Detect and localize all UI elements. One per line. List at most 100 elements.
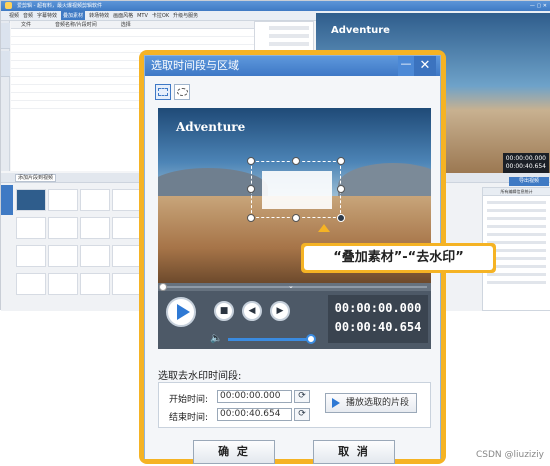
dialog-title: 选取时间段与区域 — [151, 59, 239, 72]
start-time-input[interactable]: 00:00:00.000 — [217, 390, 292, 403]
thumbnail[interactable] — [16, 189, 46, 211]
resize-handle[interactable] — [247, 214, 255, 222]
minimize-button[interactable]: — — [398, 56, 414, 76]
menu-item-subtitle[interactable]: 字幕特效 — [37, 11, 57, 20]
play-icon — [176, 304, 190, 320]
dialog-titlebar: 选取时间段与区域 — ✕ — [145, 56, 440, 76]
resize-handle[interactable] — [247, 157, 255, 165]
add-clip-tab[interactable]: 添加片段到视频 — [15, 174, 57, 182]
thumbnail[interactable] — [48, 189, 78, 211]
info-line — [269, 34, 309, 38]
reset-time-icon: ⟳ — [298, 409, 306, 419]
seek-knob[interactable] — [159, 283, 167, 291]
volume-slider[interactable] — [228, 338, 310, 341]
prop-line — [487, 225, 546, 228]
thumbnail[interactable] — [16, 273, 46, 295]
info-line — [269, 42, 309, 46]
volume-icon[interactable]: 🔈 — [210, 333, 222, 344]
col-file: 文件 — [21, 22, 32, 28]
seek-bar[interactable]: ⌄ — [158, 282, 431, 291]
menu-item-overlay[interactable]: 叠加素材 — [61, 11, 86, 20]
timeline-side-tab[interactable] — [1, 185, 13, 215]
thumbnail-grid — [16, 189, 146, 299]
thumbnail[interactable] — [48, 245, 78, 267]
end-time-input[interactable]: 00:00:40.654 — [217, 408, 292, 421]
total-time: 00:00:40.654 — [334, 320, 422, 334]
thumbnail[interactable] — [48, 217, 78, 239]
export-video-button[interactable]: 导出视频 — [509, 177, 549, 186]
time-range-label: 选取去水印时间段: — [158, 371, 242, 382]
reset-end-button[interactable]: ⟳ — [294, 408, 310, 421]
thumbnail[interactable] — [112, 273, 142, 295]
thumbnail[interactable] — [80, 217, 110, 239]
reset-start-button[interactable]: ⟳ — [294, 390, 310, 403]
menu-item-karaoke[interactable]: 卡拉OK — [152, 11, 169, 20]
thumbnail[interactable] — [112, 217, 142, 239]
thumbnail[interactable] — [80, 245, 110, 267]
menu-item-style[interactable]: 画面风格 — [113, 11, 133, 20]
sidebar-tab[interactable] — [1, 51, 10, 77]
prop-line — [487, 273, 546, 276]
next-frame-button[interactable]: ▶ — [270, 301, 290, 321]
rect-select-tool[interactable] — [155, 84, 171, 100]
next-frame-icon: ▶ — [276, 306, 284, 316]
current-time: 00:00:00.000 — [334, 301, 422, 315]
rect-select-icon — [158, 88, 168, 96]
col-name: 音频名称/片段时间 — [55, 22, 97, 28]
info-line — [269, 26, 309, 30]
end-time-label: 结束时间: — [169, 413, 209, 423]
ellipse-select-tool[interactable] — [174, 84, 190, 100]
properties-title: 所有编辑信息统计 — [483, 188, 550, 196]
resize-handle[interactable] — [337, 157, 345, 165]
menu-item-mtv[interactable]: MTV — [137, 11, 148, 20]
volume-knob[interactable] — [306, 334, 316, 344]
menu-item-audio[interactable]: 音频 — [23, 11, 33, 20]
play-selection-label: 播放选取的片段 — [346, 398, 410, 408]
play-button[interactable] — [166, 297, 196, 327]
resize-handle[interactable] — [247, 185, 255, 193]
resize-handle[interactable] — [337, 214, 345, 222]
callout-text: “叠加素材”-“去水印” — [304, 246, 493, 270]
csdn-watermark: CSDN @liuziziy — [475, 450, 544, 460]
resize-handle[interactable] — [292, 214, 300, 222]
thumbnail[interactable] — [80, 189, 110, 211]
prop-line — [487, 281, 546, 284]
thumbnail[interactable] — [16, 217, 46, 239]
col-select: 选择 — [120, 22, 131, 28]
bg-timecode-total: 00:00:40.654 — [505, 163, 546, 170]
thumbnail[interactable] — [80, 273, 110, 295]
ok-button[interactable]: 确 定 — [193, 440, 275, 464]
window-controls[interactable]: — ▢ ✕ — [530, 1, 550, 11]
resize-handle[interactable] — [292, 157, 300, 165]
close-button[interactable]: ✕ — [414, 56, 436, 76]
resize-handle[interactable] — [337, 185, 345, 193]
video-title-text: Adventure — [176, 120, 246, 134]
prop-line — [487, 209, 546, 212]
play-selection-button[interactable]: 播放选取的片段 — [325, 393, 417, 413]
callout-pointer — [318, 224, 330, 232]
thumbnail[interactable] — [112, 245, 142, 267]
volume-fill — [228, 338, 310, 341]
cancel-button[interactable]: 取 消 — [313, 440, 395, 464]
app-titlebar: 爱剪辑 - 超有料，最火爆视频剪辑软件 — ▢ ✕ — [1, 1, 550, 11]
stop-button[interactable]: ■ — [214, 301, 234, 321]
chevron-down-icon[interactable]: ⌄ — [288, 282, 294, 290]
prev-frame-button[interactable]: ◀ — [242, 301, 262, 321]
selection-box[interactable] — [251, 161, 341, 218]
seek-track — [162, 286, 427, 288]
sidebar-tab[interactable] — [1, 23, 10, 49]
playback-controls: ⌄ ■ ◀ ▶ 🔈 00:00:00.000 00:00:40.654 — [158, 282, 431, 349]
menu-item-video[interactable]: 视频 — [9, 11, 19, 20]
thumbnail[interactable] — [48, 273, 78, 295]
prop-line — [487, 241, 546, 244]
menu-item-upgrade[interactable]: 升级与服务 — [173, 11, 198, 20]
thumbnail[interactable] — [112, 189, 142, 211]
thumbnail[interactable] — [16, 245, 46, 267]
selection-tools — [155, 84, 190, 100]
menu-item-transition[interactable]: 转场特效 — [89, 11, 109, 20]
play-icon — [332, 398, 340, 408]
ellipse-select-icon — [176, 88, 188, 96]
prev-frame-icon: ◀ — [248, 306, 256, 316]
reset-time-icon: ⟳ — [298, 391, 306, 401]
prop-line — [487, 233, 546, 236]
